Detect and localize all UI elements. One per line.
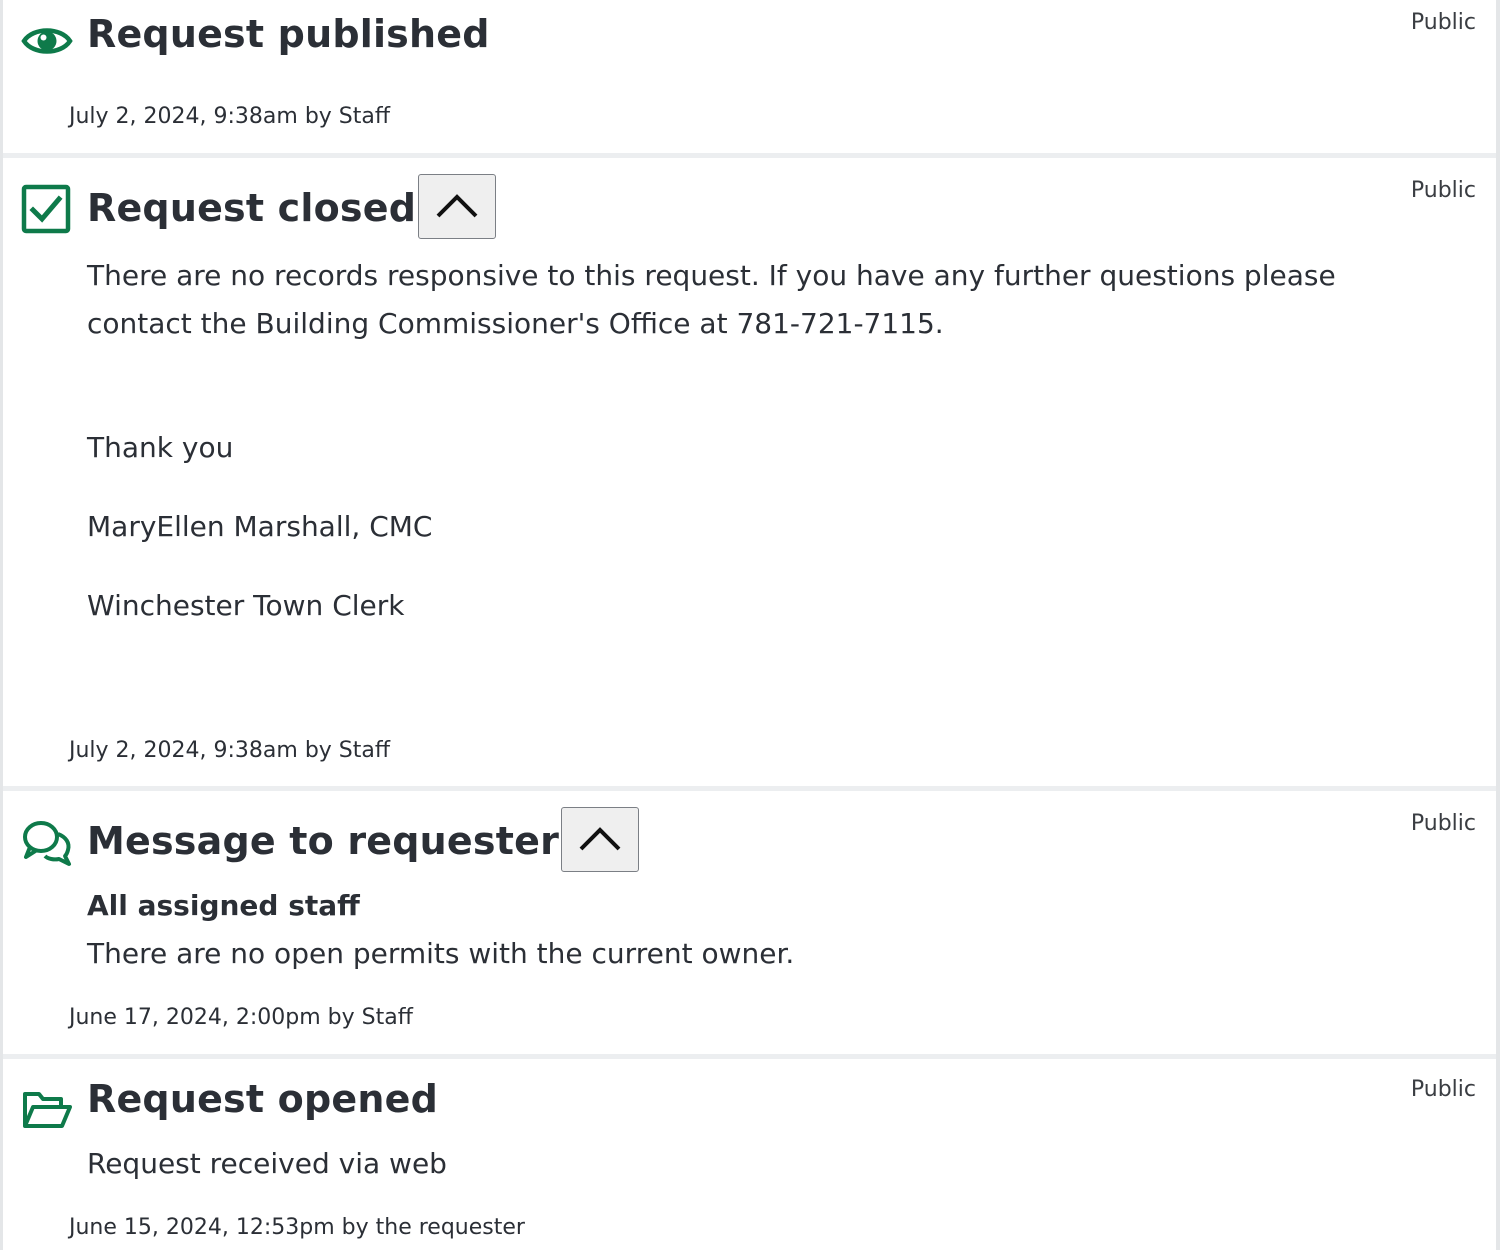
message-line: MaryEllen Marshall, CMC [87, 510, 433, 543]
eye-icon [21, 14, 73, 66]
event-meta: June 15, 2024, 12:53pm by the requester [69, 1215, 525, 1240]
collapse-button[interactable] [418, 174, 497, 239]
message-line: Winchester Town Clerk [87, 589, 405, 622]
event-title: Request published [87, 12, 490, 56]
event-title-row: Request closed [87, 174, 497, 239]
chevron-up-icon [435, 190, 479, 224]
timeline-event-message: Message to requester Public All assigned… [3, 791, 1496, 1056]
visibility-label: Public [1410, 811, 1476, 836]
event-title-row: Message to requester [87, 807, 640, 872]
event-message: There are no open permits with the curre… [87, 937, 795, 970]
visibility-label: Public [1410, 178, 1476, 203]
folder-open-icon [21, 1083, 73, 1135]
timeline-event-published: Request published Public July 2, 2024, 9… [3, 0, 1496, 155]
request-timeline: Request published Public July 2, 2024, 9… [0, 0, 1500, 1250]
event-meta: June 17, 2024, 2:00pm by Staff [69, 1005, 413, 1030]
chevron-up-icon [578, 823, 622, 857]
timeline-event-opened: Request opened Public Request received v… [3, 1059, 1496, 1250]
visibility-label: Public [1410, 10, 1476, 35]
message-recipient: All assigned staff [87, 889, 360, 922]
event-message: Request received via web [87, 1147, 447, 1180]
timeline-event-closed: Request closed Public There are no recor… [3, 158, 1496, 788]
chat-bubbles-icon [21, 819, 73, 871]
collapse-button[interactable] [561, 807, 640, 872]
event-title: Request closed [87, 186, 417, 230]
event-message: There are no records responsive to this … [87, 259, 1336, 340]
event-meta: July 2, 2024, 9:38am by Staff [69, 738, 391, 763]
event-title: Request opened [87, 1077, 438, 1121]
event-meta: July 2, 2024, 9:38am by Staff [69, 104, 391, 129]
message-line: Thank you [87, 431, 234, 464]
visibility-label: Public [1410, 1077, 1476, 1102]
event-title: Message to requester [87, 819, 560, 863]
checkbox-checked-icon [21, 184, 73, 236]
